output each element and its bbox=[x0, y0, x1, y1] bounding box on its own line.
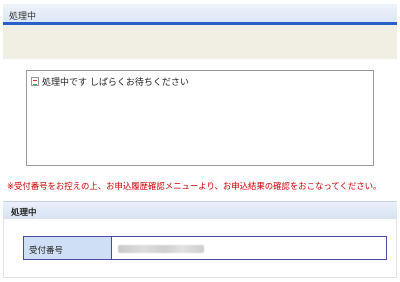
page-title: 処理中 bbox=[9, 12, 37, 22]
processing-message: 処理中です しばらくお待ちください bbox=[42, 78, 189, 88]
broken-image-icon bbox=[31, 77, 39, 86]
section-header: 処理中 bbox=[3, 201, 397, 219]
receipt-number-row: 受付番号 bbox=[23, 236, 387, 260]
notice-text: ※受付番号をお控えの上、お申込履歴確認メニューより、お申込結果の確認をおこなって… bbox=[7, 181, 382, 191]
receipt-number-value-cell bbox=[112, 237, 386, 259]
message-line: 処理中です しばらくお待ちください bbox=[31, 75, 189, 88]
section-title: 処理中 bbox=[11, 208, 37, 218]
page-header-bar: 処理中 bbox=[3, 4, 397, 25]
receipt-number-value-redacted bbox=[118, 245, 204, 253]
header-band bbox=[3, 25, 397, 59]
receipt-number-label: 受付番号 bbox=[29, 246, 64, 256]
processing-message-box: 処理中です しばらくお待ちください bbox=[26, 70, 374, 166]
receipt-number-label-cell: 受付番号 bbox=[24, 237, 112, 259]
